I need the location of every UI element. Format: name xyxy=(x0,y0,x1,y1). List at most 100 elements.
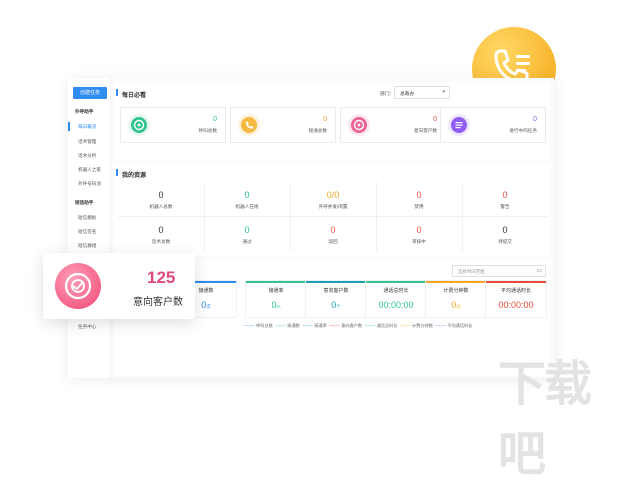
daily-card-intent[interactable]: 0 意向客户数 xyxy=(340,107,446,143)
dept-select[interactable]: 总裁办 ▾ xyxy=(394,86,450,99)
intent-label: 意向客户数 xyxy=(133,297,183,308)
legend-swatch: —○— xyxy=(399,323,411,328)
legend-item[interactable]: 呼叫总数 xyxy=(256,323,273,328)
resource-value: 0 xyxy=(244,190,250,200)
stat-unit: 次 xyxy=(206,304,211,309)
sidebar-item-number-pool[interactable]: 外呼号码池 xyxy=(78,181,101,187)
resource-value: 0/0 xyxy=(326,190,340,200)
target-icon xyxy=(55,263,101,309)
resource-cell: 0 待提交 xyxy=(462,217,548,251)
resource-cell: 0 禁用 xyxy=(376,182,463,217)
resource-value: 0 xyxy=(416,190,422,200)
legend-swatch: —○— xyxy=(275,323,287,328)
resource-label: 机器人总数 xyxy=(149,204,173,209)
stat-value: 0个 xyxy=(306,300,366,310)
stat-label: 平均通话时长 xyxy=(500,288,531,294)
resource-label: 待提交 xyxy=(498,239,512,244)
sidebar-item-robot-home[interactable]: 机器人之家 xyxy=(78,167,101,173)
daily-card-connected[interactable]: 0 接通总数 xyxy=(230,107,336,143)
resource-cell: 0 警告 xyxy=(462,182,548,217)
sidebar-item-sms-groups[interactable]: 短信群组 xyxy=(78,243,96,249)
sidebar-item-task-center[interactable]: 任务中心 xyxy=(78,324,96,330)
stat-accent xyxy=(306,281,366,283)
sidebar-item-sms-signature[interactable]: 短信签名 xyxy=(78,229,96,235)
legend-item[interactable]: 意向客户数 xyxy=(341,323,362,328)
stat-unit: 分 xyxy=(456,304,461,309)
create-task-button[interactable]: 创建任务 xyxy=(73,87,107,99)
legend-swatch: —○— xyxy=(302,323,314,328)
sidebar: 创建任务 外呼助手 每日概况 话术管理 话术分析 机器人之家 外呼号码池 短信助… xyxy=(68,78,111,378)
dept-select-value: 总裁办 xyxy=(400,92,415,97)
stat-accent xyxy=(366,281,426,283)
sidebar-item-script-management[interactable]: 话术管理 xyxy=(78,139,96,145)
stat-label: 计费分钟数 xyxy=(443,288,469,294)
watermark-logo: 下载吧 xyxy=(498,358,592,481)
stat-number: 00:00:00 xyxy=(498,300,534,310)
calendar-icon: ▭ xyxy=(536,268,542,274)
dept-label: 部门： xyxy=(380,92,395,97)
resource-value: 0 xyxy=(244,225,250,235)
legend-item[interactable]: 接通数 xyxy=(287,323,300,328)
legend-item[interactable]: 平均通话时长 xyxy=(447,323,472,328)
resource-label: 通过 xyxy=(242,239,252,244)
resource-cell: 0 机器人在线 xyxy=(204,182,291,217)
resource-cell: 0 驳回 xyxy=(290,217,377,251)
card-value: 0 xyxy=(433,116,437,123)
daily-card-tasks[interactable]: 0 进行中的任务 xyxy=(440,107,546,143)
nav-active-indicator xyxy=(68,122,70,131)
intent-customers-card: 125 意向客户数 xyxy=(43,253,195,319)
resource-label: 机器人在线 xyxy=(235,204,259,209)
stat-value: 00:00:00 xyxy=(486,300,546,310)
stat-unit: % xyxy=(276,304,281,309)
daily-card-calls[interactable]: 0 呼叫总数 xyxy=(120,107,226,143)
stat-value: 0% xyxy=(246,300,306,310)
resource-label: 警告 xyxy=(500,204,510,209)
sidebar-item-daily-overview[interactable]: 每日概况 xyxy=(78,124,96,130)
stat-label: 通话总时长 xyxy=(383,288,409,294)
phone-icon xyxy=(238,114,260,136)
resource-label: 驳回 xyxy=(328,239,338,244)
legend-swatch: —○— xyxy=(244,323,255,328)
section-marker xyxy=(116,169,118,176)
nav-group-outbound[interactable]: 外呼助手 xyxy=(75,109,93,115)
chart-legend: —○— 呼叫总数 —○— 接通数 —○— 接通率 —○— 意向客户数 —○— 通… xyxy=(244,323,472,329)
card-label: 进行中的任务 xyxy=(509,128,537,133)
stat-unit: 个 xyxy=(336,304,341,309)
resource-value: 0 xyxy=(158,225,164,235)
resource-cell: 0/0 外呼并发/闲置 xyxy=(290,182,377,217)
legend-item[interactable]: 通话总时长 xyxy=(377,323,398,328)
card-label: 呼叫总数 xyxy=(198,128,217,133)
resource-label: 禁用 xyxy=(414,204,424,209)
legend-item[interactable]: 计费分钟数 xyxy=(412,323,433,328)
stat-value: 00:00:00 xyxy=(366,300,426,310)
resource-value: 0 xyxy=(502,225,508,235)
resource-label: 外呼并发/闲置 xyxy=(318,204,348,209)
resources-panel: 我的资源 0 机器人总数 0 机器人在线 0/0 外呼并发/闲置 0 禁用 0 警告 0 话… xyxy=(114,164,550,256)
card-label: 意向客户数 xyxy=(414,128,437,133)
date-range-picker[interactable]: 选择时间范围 ▭ xyxy=(452,265,546,277)
resource-cell: 0 通过 xyxy=(204,217,291,251)
daily-title: 每日必看 xyxy=(122,93,147,99)
resource-value: 0 xyxy=(502,190,508,200)
stat-card: 意向客户数 0个 xyxy=(305,280,367,318)
resources-title: 我的资源 xyxy=(122,173,147,179)
nav-group-sms[interactable]: 短信助手 xyxy=(75,200,93,206)
stat-card: 计费分钟数 0分 xyxy=(425,280,487,318)
stat-label: 接通率 xyxy=(268,288,284,294)
resource-label: 话术总数 xyxy=(151,239,171,244)
intent-count: 125 xyxy=(147,268,176,287)
card-value: 0 xyxy=(323,116,327,123)
resource-cell: 0 机器人总数 xyxy=(118,182,205,217)
daily-panel: 每日必看 部门： 总裁办 ▾ 0 呼叫总数 0 接通总数 0 意向客户数 0 进… xyxy=(114,82,550,160)
resource-value: 0 xyxy=(158,190,164,200)
resource-cell: 0 审核中 xyxy=(376,217,463,251)
resource-cell: 0 话术总数 xyxy=(118,217,205,251)
legend-swatch: —○— xyxy=(329,323,341,328)
card-label: 接通总数 xyxy=(308,128,327,133)
legend-swatch: —○— xyxy=(364,323,376,328)
legend-item[interactable]: 接通率 xyxy=(314,323,327,328)
sidebar-item-sms-templates[interactable]: 短信模板 xyxy=(78,215,96,221)
stat-accent xyxy=(426,281,486,283)
app-window: 创建任务 外呼助手 每日概况 话术管理 话术分析 机器人之家 外呼号码池 短信助… xyxy=(68,78,554,378)
sidebar-item-script-analysis[interactable]: 话术分析 xyxy=(78,153,96,159)
